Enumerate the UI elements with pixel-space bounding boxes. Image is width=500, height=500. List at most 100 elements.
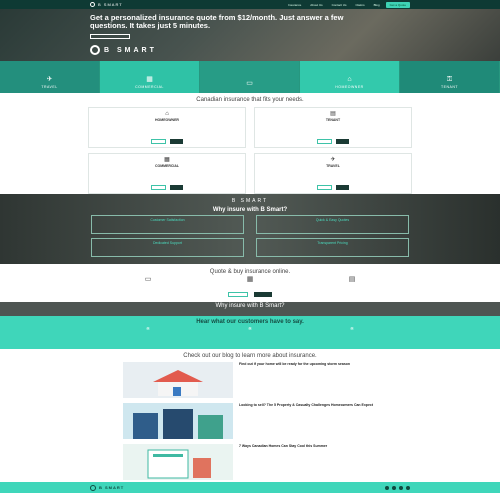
why-box: Quick & Easy Quotes xyxy=(256,215,409,234)
tile-label: COMMERCIAL xyxy=(135,85,164,89)
quote-mark-icon: “ xyxy=(146,326,150,337)
why-box-text xyxy=(261,245,404,254)
testimonial: “ xyxy=(104,326,192,337)
shop-icon: ▦ xyxy=(164,157,170,163)
tile-label: TENANT xyxy=(441,85,458,89)
twitter-icon[interactable] xyxy=(392,485,396,490)
nav-brand: B SMART xyxy=(98,2,123,7)
quote-mark-icon: “ xyxy=(350,326,354,337)
car-icon: ▭ xyxy=(144,276,152,283)
nav-logo[interactable]: B SMART xyxy=(90,2,123,7)
logo-ring-icon xyxy=(90,2,95,7)
tile-label: TRAVEL xyxy=(41,85,58,89)
tile-commercial[interactable]: ▦ COMMERCIAL xyxy=(100,61,200,93)
linkedin-icon[interactable] xyxy=(406,485,410,490)
quote-mark-icon: “ xyxy=(248,326,252,337)
building-icon: ▦ xyxy=(146,76,153,83)
instagram-icon[interactable] xyxy=(399,485,403,490)
tile-homeowner[interactable]: ⌂ HOMEOWNER xyxy=(300,61,400,93)
get-quote-button[interactable] xyxy=(170,185,183,190)
plane-icon: ✈ xyxy=(330,157,336,163)
why-box-text xyxy=(96,222,239,231)
blog-post-title: Looking to sell? The 5 Property & Casual… xyxy=(239,403,374,407)
apartment-icon: ▤ xyxy=(330,111,336,117)
step-1: ▭ xyxy=(108,276,188,284)
blog-image-documents xyxy=(123,444,233,480)
learn-more-button[interactable] xyxy=(151,139,166,144)
blog-post-title: 7 Ways Canadian Homes Can Stay Cool this… xyxy=(239,444,328,448)
blog-post-title: Find out if your home will be ready for … xyxy=(239,362,351,366)
card-homeowner: ⌂ HOMEOWNER xyxy=(88,107,246,148)
hero: Get a personalized insurance quote from … xyxy=(0,9,500,61)
get-quote-button[interactable] xyxy=(336,185,349,190)
footer-logo[interactable]: B SMART xyxy=(90,484,125,491)
step-2: ▦ xyxy=(210,276,290,284)
landing-page: B SMART Insurance About Us Contact Us Cl… xyxy=(0,0,500,500)
why-box: Dedicated Support xyxy=(91,238,244,257)
learn-more-button[interactable] xyxy=(317,139,332,144)
get-quote-button[interactable] xyxy=(254,292,273,297)
why-box: Transparent Pricing xyxy=(256,238,409,257)
card-commercial: ▦ COMMERCIAL xyxy=(88,153,246,194)
quote-title: Quote & buy insurance online. xyxy=(209,269,291,275)
blog-post[interactable]: Looking to sell? The 5 Property & Casual… xyxy=(123,403,373,439)
street-illustration xyxy=(123,403,233,439)
why-section: B SMART Why insure with B Smart? Custome… xyxy=(0,194,500,264)
card-text xyxy=(260,124,406,136)
why-title: Why insure with B Smart? xyxy=(212,207,288,213)
blog-image-house xyxy=(123,362,233,398)
card-text xyxy=(260,170,406,182)
testimonial: “ xyxy=(308,326,396,337)
product-tiles: ✈ TRAVEL ▦ COMMERCIAL ▭ ⌂ HOMEOWNER ⚿ TENANT xyxy=(0,61,500,93)
learn-more-button[interactable] xyxy=(151,185,166,190)
products-title: Canadian insurance that fits your needs. xyxy=(196,97,304,103)
house-illustration xyxy=(123,362,233,398)
get-quote-button[interactable] xyxy=(336,139,349,144)
blog-post[interactable]: 7 Ways Canadian Homes Can Stay Cool this… xyxy=(123,444,373,480)
blog-post[interactable]: Find out if your home will be ready for … xyxy=(123,362,373,398)
testimonials: Hear what our customers have to say. “ “… xyxy=(0,316,500,349)
quote-buttons xyxy=(0,292,500,297)
learn-more-button[interactable] xyxy=(317,185,332,190)
blog-image-street xyxy=(123,403,233,439)
logo-ring-icon xyxy=(90,484,96,491)
tile-travel[interactable]: ✈ TRAVEL xyxy=(0,61,100,93)
learn-more-button[interactable] xyxy=(227,292,248,297)
hero-quote-button[interactable] xyxy=(90,34,130,39)
card-title: COMMERCIAL xyxy=(154,164,180,168)
blog-title: Check out our blog to learn more about i… xyxy=(183,353,317,359)
footer: B SMART xyxy=(0,482,500,493)
nav-item-contact[interactable]: Contact Us xyxy=(332,3,347,7)
why-brand: B SMART xyxy=(231,198,269,204)
quote-steps: ▭ ▦ ▤ xyxy=(108,276,392,284)
home-icon: ⌂ xyxy=(347,76,352,83)
key-icon: ⚿ xyxy=(446,76,453,83)
airplane-icon: ✈ xyxy=(46,76,53,83)
tile-auto[interactable]: ▭ xyxy=(200,61,300,93)
step-3: ▤ xyxy=(312,276,392,284)
facebook-icon[interactable] xyxy=(385,485,389,490)
tile-tenant[interactable]: ⚿ TENANT xyxy=(400,61,500,93)
nav-item-claims[interactable]: Claims xyxy=(355,3,364,7)
nav-item-insurance[interactable]: Insurance xyxy=(288,3,301,7)
card-text xyxy=(94,124,240,136)
why-box-text xyxy=(96,245,239,254)
nav-item-about[interactable]: About Us xyxy=(310,3,322,7)
why-box: Customer Satisfaction xyxy=(91,215,244,234)
card-text xyxy=(94,170,240,182)
testimonials-title: Hear what our customers have to say. xyxy=(196,319,304,325)
hero-brand: B SMART xyxy=(90,45,157,55)
document-icon: ▤ xyxy=(348,276,356,283)
footer-brand: B SMART xyxy=(99,485,125,490)
documents-illustration xyxy=(123,444,233,480)
card-title: TRAVEL xyxy=(326,164,340,168)
card-title: TENANT xyxy=(325,118,341,122)
product-cards: ⌂ HOMEOWNER ▤ TENANT ▦ COMMERCIAL ✈ TRAV… xyxy=(88,107,412,194)
why-box-text xyxy=(261,222,404,231)
top-nav: B SMART Insurance About Us Contact Us Cl… xyxy=(0,0,500,9)
get-quote-button[interactable] xyxy=(170,139,183,144)
hero-brand-text: B SMART xyxy=(104,46,157,54)
why-banner-title: Why insure with B Smart? xyxy=(215,303,285,309)
nav-item-blog[interactable]: Blog xyxy=(374,3,380,7)
nav-quote-button[interactable]: Get a Quote xyxy=(385,1,410,8)
